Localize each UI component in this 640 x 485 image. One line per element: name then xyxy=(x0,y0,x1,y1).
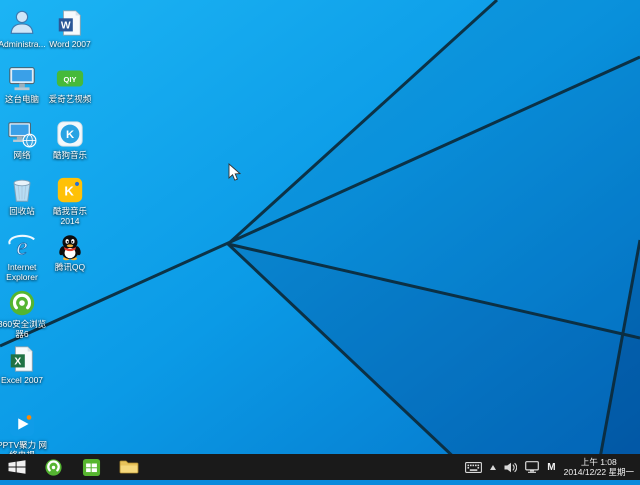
desktop-icon-kugou[interactable]: K 酷狗音乐 xyxy=(44,119,96,160)
store-icon xyxy=(82,458,101,477)
360-browser-icon xyxy=(44,458,63,477)
network-icon[interactable] xyxy=(525,461,539,473)
desktop-icon-label: 360安全浏览器6 xyxy=(0,319,48,339)
user-folder-icon xyxy=(7,8,37,38)
recycle-bin-icon xyxy=(7,175,37,205)
desktop-wallpaper xyxy=(0,0,640,480)
taskbar-app-360-browser[interactable] xyxy=(34,454,72,480)
desktop-icon-this-pc[interactable]: 这台电脑 xyxy=(0,63,48,104)
volume-icon[interactable] xyxy=(504,462,517,473)
pptv-icon xyxy=(7,409,37,439)
desktop-icon-360-browser[interactable]: 360安全浏览器6 xyxy=(0,288,48,339)
word-icon: W xyxy=(55,8,85,38)
desktop-icon-excel-2007[interactable]: X Excel 2007 xyxy=(0,344,48,385)
network-icon xyxy=(7,119,37,149)
taskbar-app-store[interactable] xyxy=(72,454,110,480)
desktop-icon-label: 酷狗音乐 xyxy=(53,150,87,160)
this-pc-icon xyxy=(7,63,37,93)
iqiyi-icon: QIY xyxy=(55,63,85,93)
desktop-icon-kuwo[interactable]: K 酷我音乐 2014 xyxy=(44,175,96,226)
desktop-icon-internet-explorer[interactable]: e Internet Explorer xyxy=(0,231,48,282)
system-tray: M 上午 1:08 2014/12/22 星期一 xyxy=(459,454,640,480)
desktop-icon-label: Administra... xyxy=(0,39,46,49)
kuwo-glyph: K xyxy=(64,184,74,199)
ime-indicator[interactable]: M xyxy=(547,462,555,473)
desktop-icon-label: 爱奇艺视频 xyxy=(49,94,92,104)
show-hidden-icons-chevron[interactable] xyxy=(490,465,496,470)
360-browser-icon xyxy=(7,288,37,318)
desktop-icon-qq[interactable]: 腾讯QQ xyxy=(44,231,96,272)
desktop-icon-iqiyi[interactable]: QIY 爱奇艺视频 xyxy=(44,63,96,104)
word-glyph: W xyxy=(61,21,71,32)
start-button[interactable] xyxy=(0,454,34,480)
kugou-glyph: K xyxy=(66,129,75,141)
qq-icon xyxy=(55,231,85,261)
kuwo-icon: K xyxy=(55,175,85,205)
tray-time: 上午 1:08 xyxy=(564,457,634,467)
desktop-icon-pptv[interactable]: PPTV聚力 网络电视 xyxy=(0,409,48,460)
desktop-icon-label: Word 2007 xyxy=(49,39,90,49)
desktop-icon-administrator[interactable]: Administra... xyxy=(0,8,48,49)
desktop-icon-recycle-bin[interactable]: 回收站 xyxy=(0,175,48,216)
desktop-icon-label: 回收站 xyxy=(9,206,35,216)
desktop-icon-label: 网络 xyxy=(13,150,30,160)
folder-icon xyxy=(119,459,139,475)
taskbar-app-file-explorer[interactable] xyxy=(110,454,148,480)
tray-date: 2014/12/22 星期一 xyxy=(564,467,634,477)
internet-explorer-icon: e xyxy=(7,231,37,261)
excel-icon: X xyxy=(7,344,37,374)
desktop-icon-label: 这台电脑 xyxy=(5,94,39,104)
iqiyi-glyph: QIY xyxy=(64,75,77,84)
excel-glyph: X xyxy=(14,357,21,368)
desktop-icon-word-2007[interactable]: W Word 2007 xyxy=(44,8,96,49)
desktop-icon-network[interactable]: 网络 xyxy=(0,119,48,160)
desktop-icon-label: Excel 2007 xyxy=(1,375,43,385)
desktop-icon-label: 酷我音乐 2014 xyxy=(44,206,96,226)
keyboard-icon[interactable] xyxy=(465,462,482,473)
windows-logo-icon xyxy=(8,459,26,475)
tray-clock[interactable]: 上午 1:08 2014/12/22 星期一 xyxy=(564,457,634,477)
desktop-icon-label: 腾讯QQ xyxy=(55,262,85,272)
desktop-icon-label: Internet Explorer xyxy=(0,262,48,282)
kugou-icon: K xyxy=(55,119,85,149)
taskbar: M 上午 1:08 2014/12/22 星期一 xyxy=(0,454,640,480)
